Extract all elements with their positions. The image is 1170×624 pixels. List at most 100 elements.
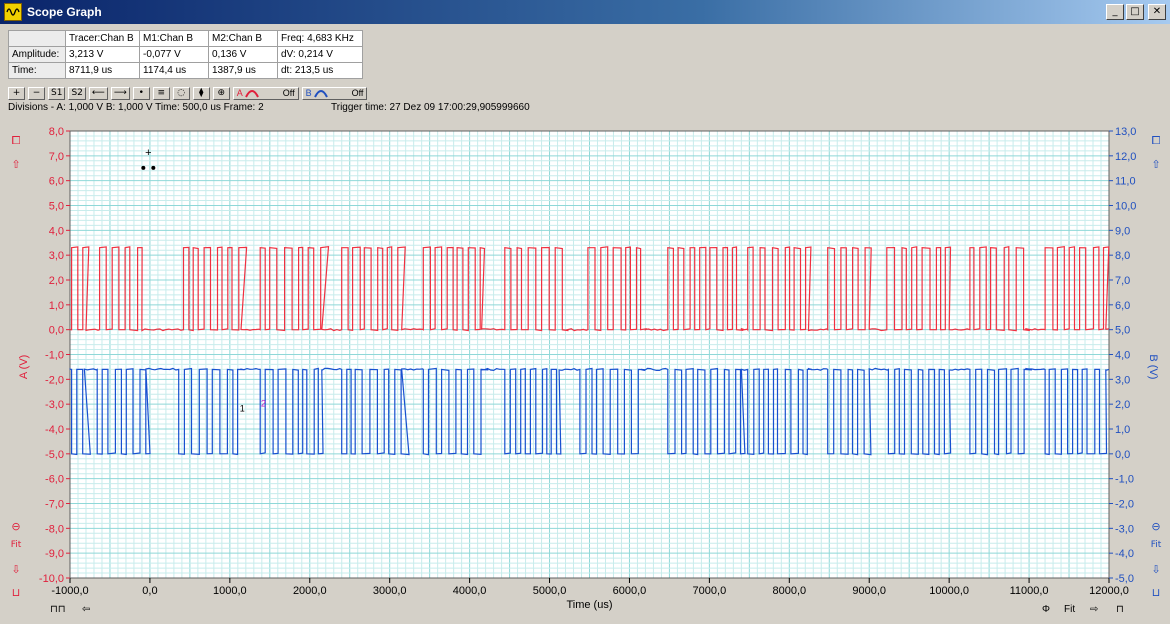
window-title: Scope Graph xyxy=(27,5,102,19)
y-right-tick-label: 5,0 xyxy=(1115,325,1130,337)
x-tick-label: 12000,0 xyxy=(1089,585,1129,597)
header-cell-tracer: Tracer:Chan B xyxy=(65,30,140,47)
time-m1: 1174,4 us xyxy=(139,62,209,79)
y-right-axis-label: B (V) xyxy=(1147,354,1159,379)
y-left-axis-label: A (V) xyxy=(18,355,30,379)
amplitude-m2: 0,136 V xyxy=(208,46,278,63)
x-tick-label: -1000,0 xyxy=(51,585,88,597)
y-left-tick-label: 8,0 xyxy=(49,126,64,138)
y-right-tick-label: 1,0 xyxy=(1115,424,1130,436)
channel-a-label: A xyxy=(236,88,243,98)
y-left-tick-label: 5,0 xyxy=(49,201,64,213)
zoom-in-button[interactable]: + xyxy=(8,86,25,100)
divisions-text: Divisions - A: 1,000 V B: 1,000 V Time: … xyxy=(8,102,264,113)
channel-b-toggle[interactable]: B Off xyxy=(301,86,368,100)
channel-b-label: B xyxy=(305,88,312,98)
diamond-icon[interactable]: ⧫ xyxy=(192,86,210,100)
amplitude-m1: -0,077 V xyxy=(139,46,209,63)
y-right-tick-label: 0,0 xyxy=(1115,449,1130,461)
y-left-tick-label: -10,0 xyxy=(39,573,64,585)
zoom-out-button[interactable]: − xyxy=(28,86,45,100)
y-left-tick-label: -5,0 xyxy=(45,449,64,461)
measurement-row-time: Time: 8711,9 us 1174,4 us 1387,9 us dt: … xyxy=(8,62,363,79)
y-right-tick-label: 9,0 xyxy=(1115,225,1130,237)
x-tick-label: 5000,0 xyxy=(533,585,567,597)
x-tick-label: 2000,0 xyxy=(293,585,327,597)
y-right-tick-label: 11,0 xyxy=(1115,176,1136,188)
y-right-tick-label: 7,0 xyxy=(1115,275,1130,287)
header-cell-freq: Freq: 4,683 KHz xyxy=(277,30,363,47)
measurement-table: Tracer:Chan B M1:Chan B M2:Chan B Freq: … xyxy=(8,30,363,79)
scope-plot[interactable]: -1000,0 0,0 1000,0 2000,0 3000,0 4000,0 5000,0… xyxy=(0,120,1170,624)
y-right-tick-label: -3,0 xyxy=(1115,523,1134,535)
marker-m1: 1 xyxy=(240,404,245,414)
y-left-tick-label: -6,0 xyxy=(45,474,64,486)
channel-b-state: Off xyxy=(351,88,364,98)
y-left-tick-label: -1,0 xyxy=(45,350,64,362)
channel-b-wave-icon xyxy=(313,89,328,97)
minimize-button[interactable]: _ xyxy=(1106,4,1124,20)
marker-m2: 2 xyxy=(261,399,266,409)
x-tick-label: 4000,0 xyxy=(453,585,487,597)
y-left-tick-label: 7,0 xyxy=(49,151,64,163)
scope-toolbar: + − S1 S2 ⟵ ⟶ • ≡ ◌ ⧫ ⊕ A Off B Off xyxy=(8,86,368,100)
x-tick-label: 10000,0 xyxy=(929,585,969,597)
row-label-time: Time: xyxy=(8,62,66,79)
cursor-dot xyxy=(151,165,156,170)
channel-a-state: Off xyxy=(282,88,295,98)
header-cell-m2: M2:Chan B xyxy=(208,30,278,47)
scope-app-icon xyxy=(4,3,22,21)
y-left-tick-label: 2,0 xyxy=(49,275,64,287)
amplitude-dv: dV: 0,214 V xyxy=(277,46,363,63)
header-cell-m1: M1:Chan B xyxy=(139,30,209,47)
x-axis-label: Time (us) xyxy=(566,599,612,611)
circle-icon[interactable]: ◌ xyxy=(172,86,190,100)
channel-a-wave-icon xyxy=(244,89,259,97)
s2-button[interactable]: S2 xyxy=(68,86,86,100)
dot-marker-icon[interactable]: • xyxy=(132,86,150,100)
y-right-tick-label: 8,0 xyxy=(1115,250,1130,262)
x-tick-label: 11000,0 xyxy=(1010,585,1049,597)
y-left-tick-label: 3,0 xyxy=(49,250,64,262)
x-tick-label: 8000,0 xyxy=(772,585,806,597)
cursor-marker: + xyxy=(145,147,151,159)
lines-icon[interactable]: ≡ xyxy=(152,86,170,100)
y-left-tick-label: -4,0 xyxy=(45,424,64,436)
x-tick-label: 9000,0 xyxy=(852,585,886,597)
y-right-tick-label: 12,0 xyxy=(1115,151,1136,163)
y-right-tick-label: 2,0 xyxy=(1115,399,1130,411)
close-button[interactable]: ✕ xyxy=(1148,4,1166,20)
y-right-tick-label: -4,0 xyxy=(1115,548,1134,560)
y-left-tick-label: -7,0 xyxy=(45,499,64,511)
y-left-tick-label: -3,0 xyxy=(45,399,64,411)
y-left-tick-label: 0,0 xyxy=(49,325,64,337)
x-tick-label: 7000,0 xyxy=(693,585,727,597)
info-line: Divisions - A: 1,000 V B: 1,000 V Time: … xyxy=(8,102,530,113)
y-right-tick-label: 10,0 xyxy=(1115,201,1136,213)
measurement-row-amplitude: Amplitude: 3,213 V -0,077 V 0,136 V dV: … xyxy=(8,46,363,63)
header-cell-0 xyxy=(8,30,66,47)
s1-button[interactable]: S1 xyxy=(48,86,66,100)
arrow-left-icon[interactable]: ⟵ xyxy=(88,86,108,100)
y-right-tick-label: -5,0 xyxy=(1115,573,1134,585)
crosshair-icon[interactable]: ⊕ xyxy=(212,86,230,100)
time-m2: 1387,9 us xyxy=(208,62,278,79)
y-right-tick-label: 6,0 xyxy=(1115,300,1130,312)
maximize-button[interactable]: □ xyxy=(1126,4,1144,20)
arrow-right-icon[interactable]: ⟶ xyxy=(110,86,130,100)
channel-a-toggle[interactable]: A Off xyxy=(232,86,299,100)
y-right-tick-label: 4,0 xyxy=(1115,350,1130,362)
trigger-time-text: Trigger time: 27 Dez 09 17:00:29,9059996… xyxy=(331,102,530,113)
y-left-tick-label: -8,0 xyxy=(45,523,64,535)
x-tick-label: 3000,0 xyxy=(373,585,407,597)
y-left-tick-label: -9,0 xyxy=(45,548,64,560)
y-right-tick-label: -2,0 xyxy=(1115,499,1134,511)
x-tick-label: 1000,0 xyxy=(213,585,247,597)
y-left-tick-label: 1,0 xyxy=(49,300,64,312)
y-right-tick-label: 13,0 xyxy=(1115,126,1136,138)
title-bar: Scope Graph _ □ ✕ xyxy=(0,0,1170,24)
y-left-tick-label: 6,0 xyxy=(49,176,64,188)
x-tick-label: 6000,0 xyxy=(613,585,647,597)
y-left-tick-label: 4,0 xyxy=(49,225,64,237)
y-right-tick-label: -1,0 xyxy=(1115,474,1134,486)
